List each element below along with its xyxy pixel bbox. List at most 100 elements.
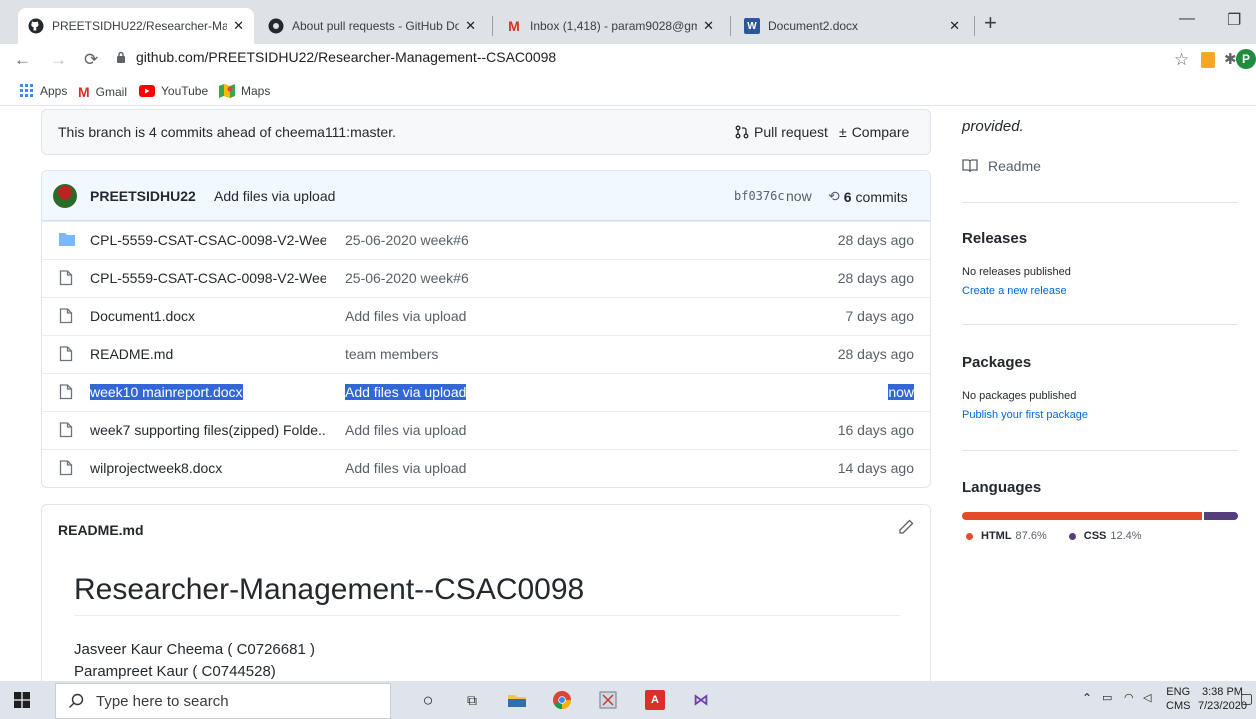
file-row[interactable]: CPL-5559-CSAT-CSAC-0098-V2-Wee... 25-06-2…: [42, 259, 930, 295]
pull-request-button[interactable]: Pull request: [735, 124, 828, 140]
file-name-link[interactable]: Document1.docx: [90, 308, 326, 324]
tab-separator: [730, 16, 731, 36]
bookmark-label: Maps: [241, 84, 271, 98]
file-row[interactable]: CPL-5559-CSAT-CSAC-0098-V2-Wee... 25-06-2…: [42, 221, 930, 257]
file-row[interactable]: week7 supporting files(zipped) Folde... A…: [42, 411, 930, 447]
battery-icon[interactable]: ▭: [1102, 691, 1112, 705]
keyboard-layout: CMS: [1166, 700, 1191, 712]
github-page: This branch is 4 commits ahead of cheema…: [0, 106, 1256, 681]
visual-studio-icon[interactable]: ⋈: [691, 690, 711, 710]
restore-icon[interactable]: ❐: [1227, 10, 1241, 30]
file-row[interactable]: wilprojectweek8.docx Add files via upload…: [42, 449, 930, 485]
windows-taskbar: Type here to search ○ ⧉ A ⋈ ⌃ ▭ ◠ ◁ ENG …: [0, 681, 1256, 719]
file-name-link[interactable]: week10 mainreport.docx: [90, 384, 326, 400]
file-icon: [59, 422, 75, 438]
tab-word-document[interactable]: W Document2.docx ✕: [734, 8, 970, 44]
avatar[interactable]: [53, 184, 77, 208]
compare-button[interactable]: ± Compare: [839, 124, 909, 140]
tab-title: Inbox (1,418) - param9028@gma: [530, 19, 698, 33]
apps-grid-icon: [20, 84, 34, 98]
shopping-extension-icon[interactable]: [1201, 52, 1215, 68]
file-row[interactable]: week10 mainreport.docx Add files via uplo…: [42, 373, 930, 409]
tab-pull-requests-docs[interactable]: About pull requests - GitHub Doc ✕: [258, 8, 486, 44]
gmail-icon: M: [78, 84, 90, 100]
file-commit-message[interactable]: team members: [345, 346, 438, 362]
bookmark-label: YouTube: [161, 84, 209, 98]
language-bar-css: [1204, 512, 1238, 520]
file-row[interactable]: README.md team members 28 days ago: [42, 335, 930, 371]
file-name-link[interactable]: CPL-5559-CSAT-CSAC-0098-V2-Wee...: [90, 270, 326, 286]
tab-github-repo[interactable]: PREETSIDHU22/Researcher-Mana ✕: [18, 8, 254, 44]
new-tab-button[interactable]: +: [984, 12, 997, 34]
close-tab-icon[interactable]: ✕: [703, 18, 714, 34]
file-name-link[interactable]: CPL-5559-CSAT-CSAC-0098-V2-Wee...: [90, 232, 326, 248]
tab-gmail-inbox[interactable]: M Inbox (1,418) - param9028@gma ✕: [496, 8, 724, 44]
commit-message[interactable]: Add files via upload: [214, 188, 335, 204]
reload-icon[interactable]: ⟳: [84, 50, 98, 70]
back-arrow-icon[interactable]: ←: [14, 50, 31, 70]
readme-line: Jasveer Kaur Cheema ( C0726681 ): [74, 641, 315, 658]
file-icon: [59, 270, 75, 286]
edit-pencil-icon[interactable]: [898, 519, 914, 540]
file-row[interactable]: Document1.docx Add files via upload 7 days…: [42, 297, 930, 333]
lock-icon: [117, 51, 125, 63]
cortana-icon[interactable]: ○: [418, 690, 438, 710]
file-commit-message[interactable]: Add files via upload: [345, 460, 466, 476]
volume-icon[interactable]: ◁: [1143, 691, 1151, 705]
close-tab-icon[interactable]: ✕: [465, 18, 476, 34]
file-name-link[interactable]: wilprojectweek8.docx: [90, 460, 326, 476]
notifications-icon[interactable]: ▢: [1240, 691, 1253, 705]
file-commit-message[interactable]: 25-06-2020 week#6: [345, 232, 469, 248]
book-icon: [962, 159, 978, 173]
windows-start-icon[interactable]: [12, 690, 32, 710]
tab-separator: [974, 16, 975, 36]
bookmark-maps[interactable]: Maps: [219, 84, 270, 98]
close-tab-icon[interactable]: ✕: [949, 18, 960, 34]
bookmark-apps[interactable]: Apps: [20, 84, 67, 98]
extensions-puzzle-icon[interactable]: ✱: [1224, 50, 1237, 68]
commit-time: now: [786, 188, 812, 204]
chrome-icon[interactable]: [552, 690, 572, 710]
language-name[interactable]: HTML: [981, 530, 1012, 542]
create-release-link[interactable]: Create a new release: [962, 285, 1067, 297]
task-view-icon[interactable]: ⧉: [462, 690, 482, 710]
taskbar-search-box[interactable]: Type here to search: [55, 683, 391, 719]
readme-line: Parampreet Kaur ( C0744528): [74, 663, 276, 680]
file-age: 14 days ago: [837, 460, 914, 476]
publish-package-link[interactable]: Publish your first package: [962, 409, 1088, 421]
file-commit-message[interactable]: 25-06-2020 week#6: [345, 270, 469, 286]
file-commit-message[interactable]: Add files via upload: [345, 422, 466, 438]
star-icon[interactable]: ☆: [1174, 50, 1189, 70]
file-commit-message[interactable]: Add files via upload: [345, 308, 466, 324]
file-explorer-icon[interactable]: [507, 690, 527, 710]
commits-history-link[interactable]: ⟲ 6 commits: [828, 188, 908, 205]
snipping-tool-icon[interactable]: [598, 690, 618, 710]
address-bar[interactable]: github.com/PREETSIDHU22/Researcher-Manag…: [116, 49, 556, 65]
branch-status-text: This branch is 4 commits ahead of cheema…: [58, 124, 396, 140]
commit-sha[interactable]: bf0376c: [734, 189, 785, 203]
language-name[interactable]: CSS: [1084, 530, 1107, 542]
acrobat-reader-icon[interactable]: A: [645, 690, 665, 710]
wifi-icon[interactable]: ◠: [1124, 691, 1134, 705]
file-name-link[interactable]: README.md: [90, 346, 326, 362]
input-language-indicator[interactable]: ENG CMS: [1166, 685, 1190, 713]
file-commit-message[interactable]: Add files via upload: [345, 384, 467, 400]
latest-commit-header: PREETSIDHU22 Add files via upload bf0376…: [42, 171, 930, 221]
releases-heading[interactable]: Releases: [962, 230, 1027, 247]
bookmark-youtube[interactable]: YouTube: [139, 84, 208, 98]
profile-avatar[interactable]: P: [1236, 49, 1256, 69]
file-name-link[interactable]: week7 supporting files(zipped) Folde...: [90, 422, 326, 438]
readme-link[interactable]: Readme: [962, 158, 1041, 174]
close-tab-icon[interactable]: ✕: [233, 18, 244, 34]
github-icon: [28, 18, 44, 34]
show-hidden-icons-chevron-icon[interactable]: ⌃: [1082, 691, 1092, 705]
file-age: 28 days ago: [837, 346, 914, 362]
tab-separator: [492, 16, 493, 36]
packages-heading[interactable]: Packages: [962, 354, 1031, 371]
youtube-icon: [139, 85, 155, 97]
commit-author[interactable]: PREETSIDHU22: [90, 188, 196, 204]
readme-filename: README.md: [58, 522, 144, 538]
bookmark-gmail[interactable]: M Gmail: [78, 84, 127, 100]
minimize-icon[interactable]: —: [1179, 10, 1195, 28]
forward-arrow-icon[interactable]: →: [50, 50, 67, 70]
